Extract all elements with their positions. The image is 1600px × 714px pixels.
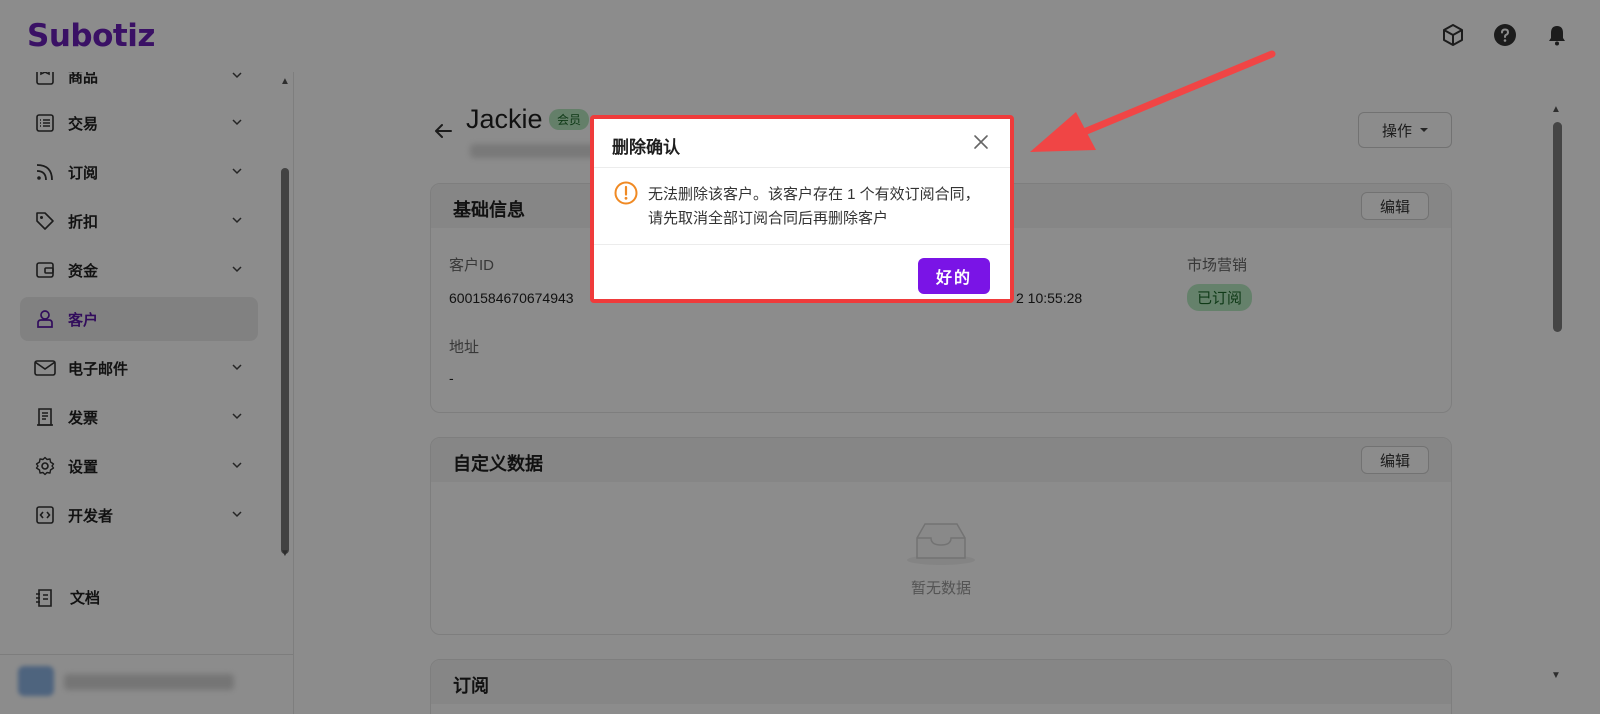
warning-icon [614, 181, 638, 205]
delete-confirm-dialog: 删除确认 无法删除该客户。该客户存在 1 个有效订阅合同，请先取消全部订阅合同后… [590, 115, 1014, 303]
modal-overlay[interactable] [0, 0, 1600, 714]
dialog-message: 无法删除该客户。该客户存在 1 个有效订阅合同，请先取消全部订阅合同后再删除客户 [648, 186, 980, 227]
close-icon[interactable] [972, 133, 990, 151]
dialog-divider [594, 244, 1010, 245]
dialog-title: 删除确认 [612, 138, 680, 157]
ok-button[interactable]: 好的 [918, 258, 990, 294]
dialog-divider [594, 167, 1010, 168]
